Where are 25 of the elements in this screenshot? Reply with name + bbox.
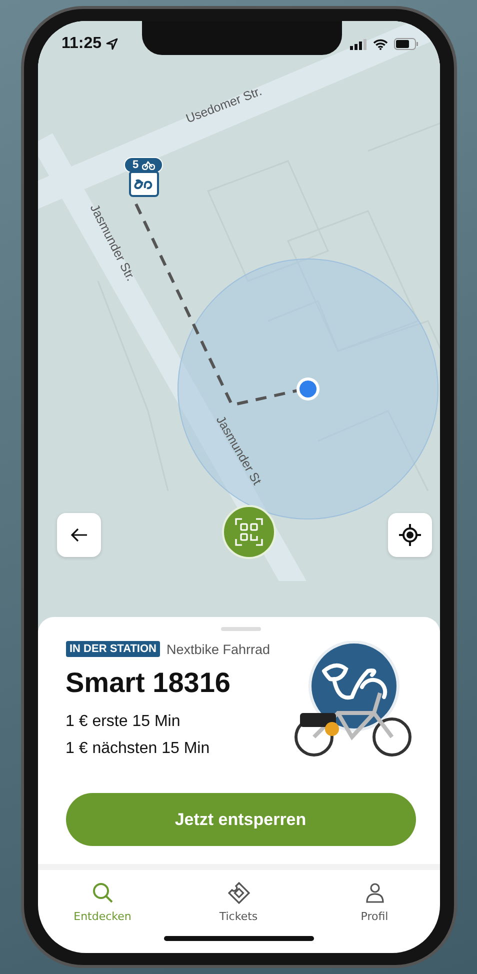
vehicle-name: Smart 18316 — [66, 667, 232, 699]
current-location-icon — [296, 378, 319, 400]
station-badge: IN DER STATION — [66, 641, 160, 657]
vehicle-type: Nextbike Fahrrad — [166, 642, 270, 656]
bike-icon — [142, 160, 155, 170]
tab[interactable]: Profil — [320, 882, 430, 923]
bike-logo-icon — [134, 178, 154, 190]
search-icon — [92, 882, 114, 904]
wifi-icon — [372, 38, 388, 50]
price-line: 1 € nächsten 15 Min — [66, 740, 211, 758]
status-time: 11:25 — [62, 35, 102, 53]
back-button[interactable] — [56, 513, 100, 557]
bike-count: 5 — [132, 159, 139, 171]
locate-me-button[interactable] — [388, 513, 432, 557]
location-arrow-icon — [106, 38, 118, 50]
crosshair-icon — [398, 523, 422, 547]
back-arrow-icon — [70, 527, 88, 543]
sheet-handle[interactable] — [220, 627, 260, 631]
qr-code-icon — [234, 517, 264, 547]
ticket-icon — [228, 882, 250, 904]
tab[interactable]: Tickets — [184, 882, 294, 923]
price-line: 1 € erste 15 Min — [66, 713, 182, 731]
person-icon — [364, 882, 386, 904]
battery-icon — [394, 38, 418, 50]
signal-icon — [350, 38, 366, 50]
